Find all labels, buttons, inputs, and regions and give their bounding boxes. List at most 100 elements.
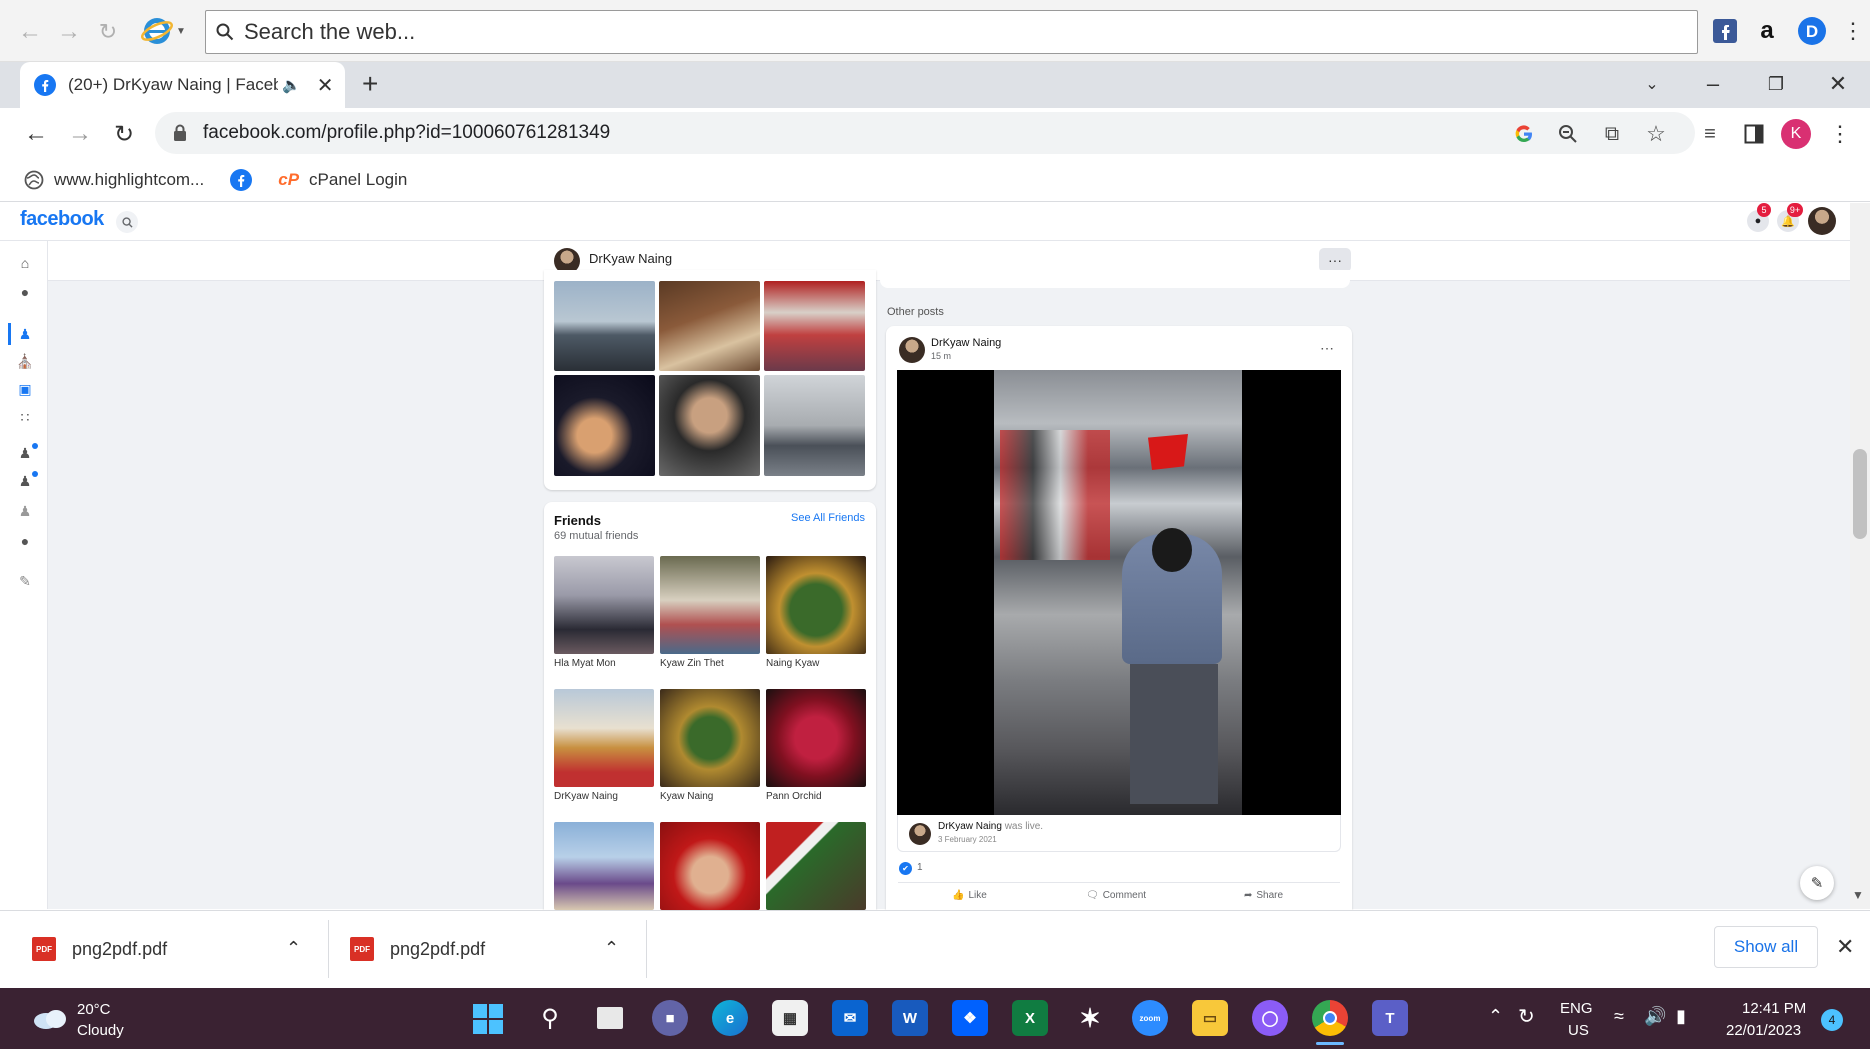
friend-name[interactable]: Kyaw Naing	[660, 791, 713, 802]
volume-icon[interactable]: 🔊	[1644, 1006, 1666, 1027]
scrollbar-track[interactable]	[1850, 203, 1870, 909]
like-reaction-icon[interactable]: ✔	[899, 862, 912, 875]
omnibox[interactable]: facebook.com/profile.php?id=100060761281…	[155, 112, 1695, 154]
see-all-friends-link[interactable]: See All Friends	[791, 512, 865, 524]
share-button[interactable]: ➦ Share	[1244, 890, 1283, 901]
tab-audio-icon[interactable]: 🔈	[282, 76, 301, 94]
edit-shortcuts-icon[interactable]: ✎	[16, 572, 34, 590]
photo-thumb[interactable]	[764, 281, 865, 371]
tab-search-icon[interactable]: ⌄	[1632, 66, 1672, 102]
region-indicator[interactable]: US	[1568, 1022, 1589, 1039]
minimize-button[interactable]: –	[1693, 66, 1733, 102]
tab-close-icon[interactable]: ✕	[317, 73, 334, 98]
back-icon[interactable]: ←	[20, 118, 52, 150]
chrome-menu-icon[interactable]: ⋮	[1824, 118, 1856, 150]
friend-photo[interactable]	[766, 689, 866, 787]
clock-date[interactable]: 22/01/2023	[1726, 1022, 1801, 1039]
tab-facebook-profile[interactable]: (20+) DrKyaw Naing | Facebo 🔈 ✕	[20, 62, 345, 108]
ie-refresh-icon[interactable]: ↻	[94, 18, 122, 46]
zoom-icon[interactable]	[1552, 118, 1584, 150]
store-icon[interactable]: ▦	[772, 1000, 808, 1036]
side-panel-icon[interactable]	[1738, 118, 1770, 150]
circle-app-icon[interactable]: ◯	[1252, 1000, 1288, 1036]
marketplace-icon[interactable]: ⛪	[16, 352, 34, 370]
file-explorer-icon[interactable]: ▭	[1192, 1000, 1228, 1036]
show-all-downloads-button[interactable]: Show all	[1714, 926, 1818, 968]
windows-start-icon[interactable]	[472, 1003, 504, 1035]
reload-icon[interactable]: ↻	[108, 118, 140, 150]
photo-thumb[interactable]	[554, 281, 655, 371]
close-window-button[interactable]: ✕	[1818, 66, 1858, 102]
dropbox-icon[interactable]: ❖	[952, 1000, 988, 1036]
home-icon[interactable]: ⌂	[16, 254, 34, 272]
friend-name[interactable]: Kyaw Zin Thet	[660, 658, 724, 669]
restore-button[interactable]: ❐	[1756, 66, 1796, 102]
weather-temp[interactable]: 20°C	[77, 1001, 111, 1018]
ie-forward-icon[interactable]: →	[55, 18, 83, 46]
menu-grid-icon[interactable]: ∷	[16, 408, 34, 426]
ie-menu-icon[interactable]: ⋮	[1838, 16, 1868, 46]
cloud-weather-icon[interactable]	[32, 1006, 68, 1030]
amazon-extension-icon[interactable]: a	[1752, 16, 1782, 46]
like-button[interactable]: 👍 Like	[952, 890, 987, 901]
friend-name[interactable]: Naing Kyaw	[766, 658, 819, 669]
d-extension-icon[interactable]: D	[1797, 16, 1827, 46]
friends-icon[interactable]: ♟	[16, 325, 34, 343]
friend-photo[interactable]	[766, 822, 866, 910]
clock-time[interactable]: 12:41 PM	[1742, 1000, 1806, 1017]
edge-icon[interactable]: e	[712, 1000, 748, 1036]
facebook-logo[interactable]: facebook	[20, 208, 104, 231]
post-options-icon[interactable]: ⋯	[1320, 340, 1334, 357]
forward-icon[interactable]: →	[64, 118, 96, 150]
lightning-app-icon[interactable]: ✶	[1072, 1000, 1108, 1036]
facebook-extension-icon[interactable]	[1710, 16, 1740, 46]
post-time[interactable]: 15 m	[931, 351, 951, 361]
wifi-icon[interactable]: ≈	[1614, 1006, 1624, 1027]
post-author[interactable]: DrKyaw Naing	[931, 337, 1001, 349]
profile-more-button[interactable]: ···	[1319, 248, 1351, 272]
language-indicator[interactable]: ENG	[1560, 1000, 1593, 1017]
photo-thumb[interactable]	[554, 375, 655, 476]
photo-thumb[interactable]	[659, 375, 760, 476]
friend-photo[interactable]	[554, 689, 654, 787]
reading-list-icon[interactable]: ≡	[1694, 118, 1726, 150]
friend-name[interactable]: DrKyaw Naing	[554, 791, 618, 802]
excel-icon[interactable]: X	[1012, 1000, 1048, 1036]
new-tab-button[interactable]: +	[362, 68, 378, 100]
download-item[interactable]: PDF png2pdf.pdf	[32, 930, 167, 968]
weather-desc[interactable]: Cloudy	[77, 1022, 124, 1039]
friend-name[interactable]: Pann Orchid	[766, 791, 822, 802]
word-icon[interactable]: W	[892, 1000, 928, 1036]
comment-button[interactable]: 🗨 Comment	[1086, 890, 1146, 901]
shared-date[interactable]: 3 February 2021	[938, 835, 997, 844]
chrome-icon[interactable]	[1312, 1000, 1348, 1036]
bookmark-facebook[interactable]	[230, 168, 253, 191]
close-downloads-icon[interactable]: ✕	[1836, 934, 1854, 960]
friend-photo[interactable]	[660, 689, 760, 787]
friend-photo[interactable]	[554, 556, 654, 654]
mail-icon[interactable]: ✉	[832, 1000, 868, 1036]
download-item[interactable]: PDF png2pdf.pdf	[350, 930, 485, 968]
fb-search-icon[interactable]	[116, 211, 138, 233]
notification-count-badge[interactable]: 4	[1821, 1009, 1843, 1031]
sync-icon[interactable]: ↻	[1518, 1004, 1535, 1029]
group-icon[interactable]: ♟	[16, 502, 34, 520]
google-icon[interactable]	[1508, 118, 1540, 150]
photo-thumb[interactable]	[659, 281, 760, 371]
download-menu-chevron-icon[interactable]: ⌃	[286, 938, 301, 959]
search-taskbar-icon[interactable]: ⚲	[532, 1000, 568, 1036]
reactions-count[interactable]: 1	[917, 862, 923, 873]
ie-search-box[interactable]: Search the web...	[205, 10, 1698, 54]
bookmark-star-icon[interactable]: ☆	[1640, 118, 1672, 150]
zoom-app-icon[interactable]: zoom	[1132, 1000, 1168, 1036]
scrollbar-thumb[interactable]	[1853, 449, 1867, 539]
account-avatar[interactable]	[1808, 207, 1836, 235]
friend-photo[interactable]	[660, 822, 760, 910]
teams-chat-icon[interactable]: ■	[652, 1000, 688, 1036]
friend-photo[interactable]	[660, 556, 760, 654]
profile-name[interactable]: DrKyaw Naing	[589, 251, 672, 266]
shared-author[interactable]: DrKyaw Naing	[938, 821, 1002, 832]
battery-icon[interactable]: ▮	[1676, 1006, 1686, 1027]
new-message-icon[interactable]: ✎	[1800, 866, 1834, 900]
teams-icon[interactable]: T	[1372, 1000, 1408, 1036]
